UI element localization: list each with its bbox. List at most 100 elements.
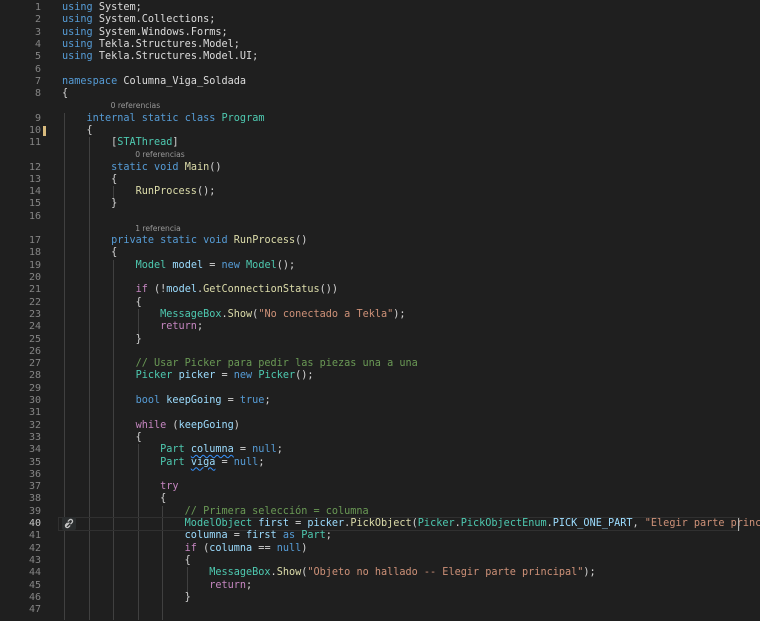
code-text[interactable]: internal static class Program [62, 113, 265, 125]
code-line[interactable]: 29 [0, 383, 760, 395]
code-line[interactable]: 11 [STAThread] [0, 137, 760, 149]
code-text[interactable]: } [62, 592, 191, 604]
code-line[interactable]: 28 Picker picker = new Picker(); [0, 370, 760, 382]
code-line[interactable]: 21 if (!model.GetConnectionStatus()) [0, 284, 760, 296]
code-text[interactable]: } [62, 334, 142, 346]
code-text[interactable]: Picker picker = new Picker(); [62, 370, 314, 382]
code-token: == [252, 542, 277, 554]
code-text[interactable]: try [62, 481, 178, 493]
code-line[interactable]: 8{ [0, 88, 760, 100]
code-line[interactable]: 22 { [0, 297, 760, 309]
code-token: bool [135, 395, 161, 406]
code-text[interactable]: columna = first as Part; [62, 530, 332, 542]
code-text[interactable]: using Tekla.Structures.Model.UI; [62, 51, 258, 63]
code-line[interactable]: 35 Part viga = null; [0, 457, 760, 469]
code-line[interactable]: 44 MessageBox.Show("Objeto no hallado --… [0, 567, 760, 579]
code-line[interactable]: 24 return; [0, 321, 760, 333]
code-token: using [62, 14, 93, 26]
code-line[interactable]: 40 ModelObject first = picker.PickObject… [0, 517, 760, 531]
code-text[interactable]: Model model = new Model(); [62, 259, 296, 272]
code-line[interactable]: 33 { [0, 432, 760, 444]
code-line[interactable]: 32 while (keepGoing) [0, 420, 760, 432]
code-text[interactable]: using Tekla.Structures.Model; [62, 39, 240, 51]
codelens-references[interactable]: 0 referencias [0, 100, 760, 112]
code-text[interactable]: { [62, 125, 93, 137]
code-line[interactable]: 42 if (columna == null) [0, 543, 760, 555]
code-text[interactable]: RunProcess(); [62, 186, 216, 198]
code-line[interactable]: 7 namespace Columna_Viga_Soldada [0, 76, 760, 88]
code-line[interactable]: 20 [0, 272, 760, 284]
code-line[interactable]: 4 using Tekla.Structures.Model; [0, 39, 760, 51]
codelens-references[interactable]: 0 referencias [0, 149, 760, 161]
code-text[interactable]: namespace Columna_Viga_Soldada [62, 76, 246, 88]
code-token: RunProcess [233, 235, 296, 247]
code-token: () [209, 161, 222, 173]
code-text[interactable]: { [62, 174, 117, 186]
code-text[interactable]: ModelObject first = picker.PickObject(Pi… [62, 518, 760, 530]
code-token: = [203, 259, 222, 271]
code-line[interactable]: 27 // Usar Picker para pedir las piezas … [0, 358, 760, 370]
code-line[interactable]: 31 [0, 407, 760, 419]
code-text[interactable]: return; [62, 580, 252, 592]
code-text[interactable]: { [62, 555, 191, 567]
code-line[interactable]: 23 MessageBox.Show("No conectado a Tekla… [0, 309, 760, 321]
code-line[interactable]: 43 { [0, 555, 760, 567]
code-text[interactable]: MessageBox.Show("No conectado a Tekla"); [62, 309, 405, 321]
code-editor[interactable]: 1 using System; 2 using System.Collections;… [0, 0, 760, 621]
code-token: RunProcess [135, 186, 197, 198]
code-line[interactable]: 26 [0, 346, 760, 358]
code-line[interactable]: 15 } [0, 198, 760, 210]
code-text[interactable]: { [62, 88, 68, 100]
code-text[interactable]: { [62, 247, 117, 259]
code-token: { [62, 431, 142, 443]
code-line[interactable]: 2 using System.Collections; [0, 14, 760, 26]
code-line[interactable]: 30 bool keepGoing = true; [0, 395, 760, 407]
code-line[interactable]: 3 using System.Windows.Forms; [0, 27, 760, 39]
code-line[interactable]: 5 using Tekla.Structures.Model.UI; [0, 51, 760, 63]
code-line[interactable]: 13 { [0, 174, 760, 186]
code-line[interactable]: 47 [0, 604, 760, 616]
codelens-references[interactable]: 1 referencia [0, 223, 760, 235]
code-line[interactable]: 10 { [0, 125, 760, 137]
code-text[interactable]: { [62, 432, 142, 444]
code-line[interactable]: 16 [0, 211, 760, 223]
code-line[interactable]: 38 { [0, 493, 760, 505]
codelens-text[interactable]: 0 referencias [135, 149, 185, 161]
line-number: 28 [28, 370, 41, 382]
code-line[interactable]: 41 columna = first as Part; [0, 530, 760, 542]
code-text[interactable]: if (columna == null) [62, 542, 308, 555]
code-text[interactable]: bool keepGoing = true; [62, 395, 271, 407]
code-line[interactable]: 34 Part columna = null; [0, 444, 760, 456]
code-text[interactable]: // Usar Picker para pedir las piezas una… [62, 358, 418, 370]
code-text[interactable]: [STAThread] [62, 137, 178, 149]
code-line[interactable]: 17 private static void RunProcess() [0, 235, 760, 247]
code-text[interactable]: Part viga = null; [62, 457, 264, 469]
code-text[interactable]: Part columna = null; [62, 444, 283, 456]
code-text[interactable]: { [62, 493, 166, 505]
code-line[interactable]: 45 return; [0, 580, 760, 592]
codelens-text[interactable]: 0 referencias [111, 100, 161, 112]
code-line[interactable]: 37 try [0, 481, 760, 493]
code-text[interactable]: using System.Collections; [62, 14, 215, 26]
code-line[interactable]: 36 [0, 469, 760, 481]
code-line[interactable]: 6 [0, 64, 760, 76]
code-text[interactable]: while (keepGoing) [62, 420, 240, 432]
code-text[interactable]: using System.Windows.Forms; [62, 27, 228, 39]
code-text[interactable]: using System; [62, 2, 142, 14]
code-line[interactable]: 12 static void Main() [0, 162, 760, 174]
code-text[interactable]: { [62, 297, 142, 309]
code-line[interactable]: 9 internal static class Program [0, 113, 760, 125]
code-text[interactable]: if (!model.GetConnectionStatus()) [62, 284, 338, 296]
code-text[interactable]: return; [62, 321, 203, 333]
code-line[interactable]: 46 } [0, 592, 760, 604]
code-line[interactable]: 18 { [0, 247, 760, 259]
code-line[interactable]: 19 Model model = new Model(); [0, 260, 760, 272]
code-text[interactable]: } [62, 198, 117, 210]
code-line[interactable]: 14 RunProcess(); [0, 186, 760, 198]
code-line[interactable]: 25 } [0, 334, 760, 346]
code-text[interactable]: MessageBox.Show("Objeto no hallado -- El… [62, 567, 595, 579]
codelens-text[interactable]: 1 referencia [135, 223, 181, 235]
code-text[interactable]: static void Main() [62, 161, 222, 174]
code-text[interactable]: private static void RunProcess() [62, 235, 307, 247]
code-line[interactable]: 1 using System; [0, 2, 760, 14]
